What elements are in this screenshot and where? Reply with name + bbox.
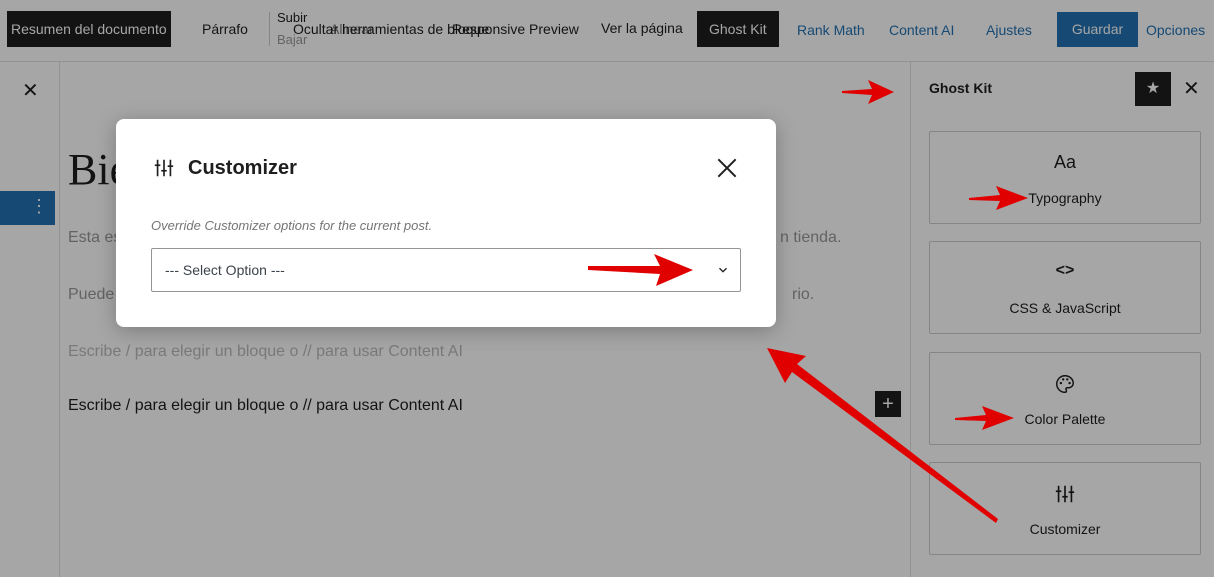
customizer-modal: Customizer Override Customizer options f… bbox=[116, 119, 776, 327]
chevron-down-icon bbox=[719, 267, 727, 273]
modal-title: Customizer bbox=[188, 157, 297, 179]
sliders-icon bbox=[154, 159, 174, 177]
close-icon[interactable] bbox=[714, 155, 740, 181]
modal-help-text: Override Customizer options for the curr… bbox=[151, 218, 433, 233]
select-value: --- Select Option --- bbox=[165, 262, 285, 278]
customizer-option-select[interactable]: --- Select Option --- bbox=[151, 248, 741, 292]
